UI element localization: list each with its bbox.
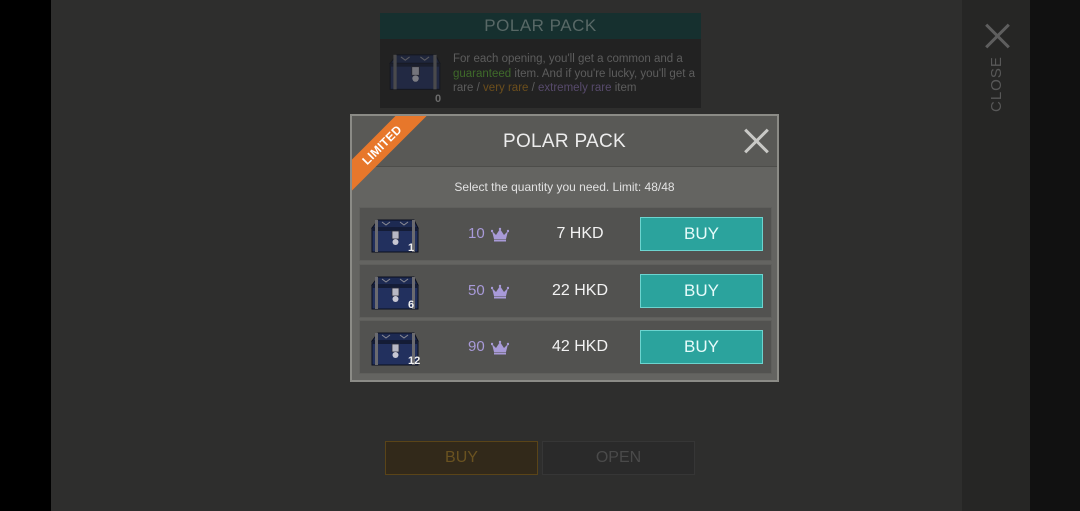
background-buy-button[interactable]: BUY — [385, 441, 538, 475]
price-label: 7 HKD — [556, 225, 604, 242]
desc-text-3: item — [611, 82, 637, 94]
close-label[interactable]: CLOSE — [988, 56, 1008, 112]
desc-extremely-rare: extremely rare — [538, 82, 612, 94]
desc-text-1: For each opening, you'll get a common an… — [453, 53, 683, 65]
pack-option-row: 12 90 42 HKD BUY — [359, 320, 772, 374]
pack-description: For each opening, you'll get a common an… — [453, 52, 698, 96]
crown-amount: 90 — [468, 338, 485, 355]
screen-edge-right — [1030, 0, 1080, 511]
price-label: 22 HKD — [551, 282, 609, 299]
close-icon[interactable] — [984, 22, 1012, 50]
crown-amount: 10 — [468, 225, 485, 242]
chest-quantity: 12 — [408, 355, 421, 367]
buy-button[interactable]: BUY — [640, 330, 763, 364]
treasure-chest-icon — [388, 49, 442, 93]
background-pack-title: POLAR PACK — [380, 13, 701, 39]
quantity-limit-text: Select the quantity you need. Limit: 48/… — [454, 180, 675, 194]
desc-guaranteed: guaranteed — [453, 67, 512, 80]
crown-icon — [491, 284, 509, 299]
pack-option-row: 6 50 22 HKD BUY — [359, 264, 772, 318]
price-label: 42 HKD — [551, 338, 609, 355]
background-open-button[interactable]: OPEN — [542, 441, 695, 475]
chest-quantity: 1 — [408, 242, 415, 254]
background-pack-card: POLAR PACK 0 For each opening, you'll ge… — [380, 13, 701, 108]
buy-button[interactable]: BUY — [640, 274, 763, 308]
chest-quantity: 6 — [408, 299, 415, 311]
pack-option-row: 1 10 7 HKD BUY — [359, 207, 772, 261]
desc-sep: / — [528, 82, 539, 94]
buy-button[interactable]: BUY — [640, 217, 763, 251]
desc-very-rare: very rare — [483, 82, 529, 94]
background-chest-count: 0 — [435, 93, 442, 105]
purchase-dialog: POLAR PACK LIMITED Select the quantity y… — [350, 114, 779, 382]
dialog-close-icon[interactable] — [744, 128, 770, 154]
crown-icon — [491, 227, 509, 242]
crown-icon — [491, 340, 509, 355]
crown-amount: 50 — [468, 282, 485, 299]
screen-edge-left — [0, 0, 51, 511]
